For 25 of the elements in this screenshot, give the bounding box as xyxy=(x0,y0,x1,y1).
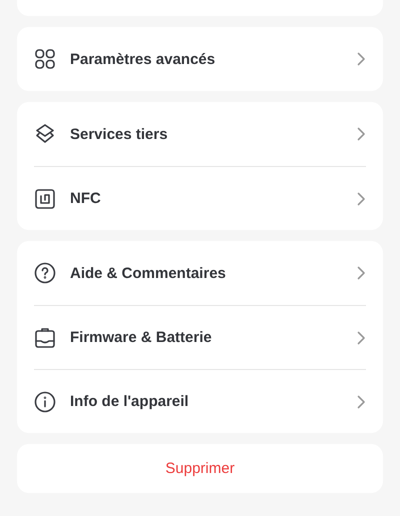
settings-row[interactable]: Firmware & Batterie xyxy=(34,305,366,369)
chevron-icon xyxy=(357,127,366,141)
nfc-icon xyxy=(34,188,56,210)
settings-row[interactable]: NFC xyxy=(34,166,366,230)
settings-row[interactable]: Aide & Commentaires xyxy=(34,241,366,305)
row-label: Services tiers xyxy=(70,126,169,142)
row-label: Paramètres avancés xyxy=(70,50,216,68)
grid-icon xyxy=(34,48,56,70)
help-icon xyxy=(34,262,56,284)
chevron-icon xyxy=(357,192,366,206)
chevron-icon xyxy=(357,330,366,344)
settings-row[interactable]: Info de l'appareil xyxy=(34,369,366,433)
row-label: Firmware & Batterie xyxy=(70,329,213,346)
row-label: Aide & Commentaires xyxy=(70,264,227,282)
row-label: Info de l'appareil xyxy=(70,393,190,410)
delete-button[interactable]: Supprimer xyxy=(17,444,383,493)
chevron-icon xyxy=(357,266,366,280)
settings-row[interactable]: Paramètres avancés xyxy=(34,27,366,91)
settings-row[interactable]: Services tiers xyxy=(34,102,366,166)
info-icon xyxy=(34,390,56,412)
chevron-icon xyxy=(357,394,366,408)
row-label: NFC xyxy=(70,190,102,207)
chevron-icon xyxy=(357,52,366,66)
battery-case-icon xyxy=(34,326,56,348)
layers-icon xyxy=(34,123,56,145)
